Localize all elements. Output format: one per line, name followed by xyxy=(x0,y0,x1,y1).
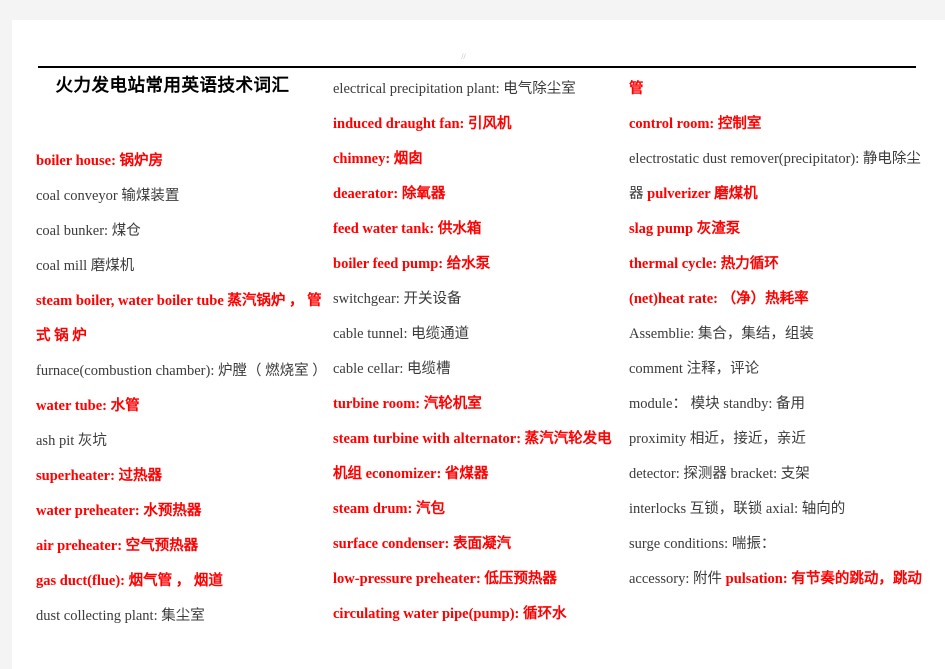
entry-slag-pump: slag pump 灰渣泵 xyxy=(629,221,741,237)
entry-accessory-pulsation: accessory: 附件 pulsation: 有节奏的跳动，跳动 xyxy=(629,562,935,597)
entry-surface-condenser: surface condenser: 表面凝汽 xyxy=(333,536,511,552)
entry-furnace: furnace(combustion chamber): 炉膛（ 燃烧室 ） xyxy=(36,363,327,379)
entry-chimney: chimney: 烟囱 xyxy=(333,151,423,167)
content-columns: 火力发电站常用英语技术词汇 boiler house: 锅炉房 coal con… xyxy=(12,72,945,662)
entry-superheater: superheater: 过热器 xyxy=(36,468,163,484)
entry-air-preheater: air preheater: 空气预热器 xyxy=(36,538,199,554)
entry-coal-mill: coal mill 磨煤机 xyxy=(36,258,135,274)
entry-induced-draught-fan: induced draught fan: 引风机 xyxy=(333,116,512,132)
header-divider xyxy=(38,66,916,68)
entry-turbine-room: turbine room: 汽轮机室 xyxy=(333,396,482,412)
column-3: 管 control room: 控制室 electrostatic dust r… xyxy=(629,72,945,597)
entry-control-room: control room: 控制室 xyxy=(629,116,762,132)
text-run-accent: pulverizer 磨煤机 xyxy=(647,186,758,202)
entry-dust-collecting: dust collecting plant: 集尘室 xyxy=(36,608,205,624)
entry-switchgear: switchgear: 开关设备 xyxy=(333,291,462,307)
entry-steam-boiler: steam boiler, water boiler tube 蒸汽锅炉 ， 管… xyxy=(36,293,322,344)
entry-proximity: proximity 相近，接近，亲近 xyxy=(629,431,806,447)
entry-ash-pit: ash pit 灰坑 xyxy=(36,433,107,449)
entry-water-preheater: water preheater: 水预热器 xyxy=(36,503,202,519)
column-1: 火力发电站常用英语技术词汇 boiler house: 锅炉房 coal con… xyxy=(12,72,333,634)
entry-comment: comment 注释，评论 xyxy=(629,361,760,377)
text-run-plain: accessory: 附件 xyxy=(629,571,726,587)
page-title: 火力发电站常用英语技术词汇 xyxy=(55,76,290,96)
column-2: electrical precipitation plant: 电气除尘室 in… xyxy=(333,72,629,632)
document-viewer: // 火力发电站常用英语技术词汇 boiler house: 锅炉房 coal … xyxy=(0,0,945,669)
entry-deaerator: deaerator: 除氧器 xyxy=(333,186,446,202)
entry-steam-turbine-alternator: steam turbine with alternator: 蒸汽汽轮发电机组 … xyxy=(333,431,612,482)
entry-cable-cellar: cable cellar: 电缆槽 xyxy=(333,361,451,377)
entry-surge-conditions: surge conditions: 喘振： xyxy=(629,536,776,552)
entry-coal-conveyor: coal conveyor 输煤装置 xyxy=(36,188,180,204)
page-mark: // xyxy=(461,52,466,61)
text-run-accent: pulsation: 有节奏的跳动，跳动 xyxy=(725,571,922,587)
entry-steam-drum: steam drum: 汽包 xyxy=(333,501,445,517)
entry-gas-duct: gas duct(flue): 烟气管 ， 烟道 xyxy=(36,573,223,589)
entry-cable-tunnel: cable tunnel: 电缆通道 xyxy=(333,326,470,342)
entry-net-heat-rate: (net)heat rate: （净）热耗率 xyxy=(629,291,809,307)
entry-circulating-water-pipe: circulating water pipe(pump): 循环水 xyxy=(333,606,567,622)
entry-coal-bunker: coal bunker: 煤仓 xyxy=(36,223,141,239)
entry-boiler-feed-pump: boiler feed pump: 给水泵 xyxy=(333,256,491,272)
entry-low-pressure-preheater: low-pressure preheater: 低压预热器 xyxy=(333,571,557,587)
entry-water-tube: water tube: 水管 xyxy=(36,398,140,414)
entry-electrostatic-dust: electrostatic dust remover(precipitator)… xyxy=(629,142,935,212)
entry-feed-water-tank: feed water tank: 供水箱 xyxy=(333,221,482,237)
entry-electrical-precipitation: electrical precipitation plant: 电气除尘室 xyxy=(333,81,576,97)
entry-assemblie: Assemblie: 集合，集结，组装 xyxy=(629,326,814,342)
entry-detector-bracket: detector: 探测器 bracket: 支架 xyxy=(629,466,810,482)
entry-pipe-continuation: 管 xyxy=(629,81,644,97)
entry-boiler-house: boiler house: 锅炉房 xyxy=(36,153,164,169)
entry-module-standby: module： 模块 standby: 备用 xyxy=(629,396,806,412)
document-page: // 火力发电站常用英语技术词汇 boiler house: 锅炉房 coal … xyxy=(12,20,945,669)
entry-thermal-cycle: thermal cycle: 热力循环 xyxy=(629,256,779,272)
entry-interlocks-axial: interlocks 互锁，联锁 axial: 轴向的 xyxy=(629,501,846,517)
